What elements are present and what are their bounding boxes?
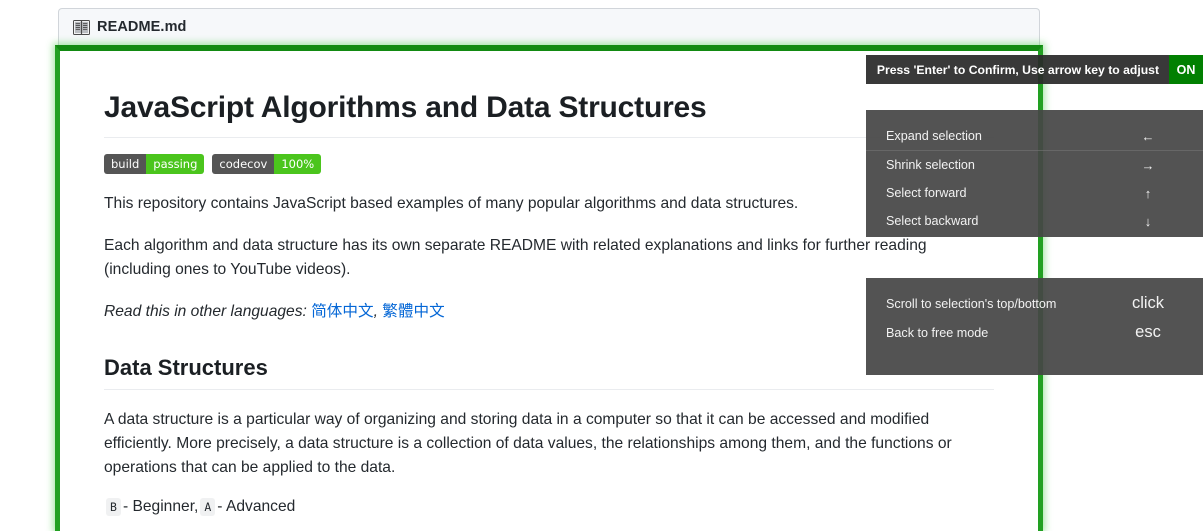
status-badge[interactable]: ON <box>1169 55 1203 84</box>
other-languages-label: Read this in other languages: <box>104 302 307 320</box>
codecov-badge-label: codecov <box>212 153 275 174</box>
data-structures-paragraph: A data structure is a particular way of … <box>104 410 952 476</box>
arrow-up-icon: ↑ <box>1144 185 1152 201</box>
arrow-down-icon: ↓ <box>1144 213 1152 229</box>
shortcut-expand-selection[interactable]: Expand selection ← <box>866 122 1203 151</box>
shortcut-label: Select backward <box>886 214 979 228</box>
shortcut-label: Expand selection <box>886 129 982 143</box>
page-title: JavaScript Algorithms and Data Structure… <box>104 89 994 138</box>
arrow-left-icon: ← <box>1141 128 1155 144</box>
shortcut-shrink-selection[interactable]: Shrink selection → <box>866 151 1203 179</box>
section-heading-data-structures: Data Structures <box>104 355 994 390</box>
shortcut-select-forward[interactable]: Select forward ↑ <box>866 179 1203 207</box>
codecov-badge[interactable]: codecov 100% <box>212 153 322 174</box>
build-badge-value: passing <box>146 153 205 174</box>
shortcut-back-to-free-mode[interactable]: Back to free mode esc <box>866 318 1203 347</box>
codecov-badge-value: 100% <box>274 153 322 174</box>
confirm-hint-message: Press 'Enter' to Confirm, Use arrow key … <box>876 62 1159 77</box>
language-link-simplified-chinese[interactable]: 简体中文 <box>311 303 373 320</box>
shortcut-label: Shrink selection <box>886 158 975 172</box>
shortcut-label: Back to free mode <box>886 325 989 340</box>
advanced-chip: A <box>200 497 216 516</box>
file-tab-label: README.md <box>97 19 187 35</box>
shortcut-label: Scroll to selection's top/bottom <box>886 296 1057 311</box>
intro-paragraph: This repository contains JavaScript base… <box>104 194 799 212</box>
selection-shortcuts-panel: Expand selection ← Shrink selection → Se… <box>866 110 1203 237</box>
beginner-legend-text: - Beginner, <box>122 497 199 515</box>
advanced-legend-text: - Advanced <box>217 497 296 515</box>
open-book-icon <box>73 19 90 35</box>
shortcut-key-esc: esc <box>1135 323 1161 341</box>
shortcut-scroll-to-selection[interactable]: Scroll to selection's top/bottom click <box>866 289 1203 318</box>
other-languages-line: Read this in other languages: 简体中文, 繁體中文 <box>104 300 994 324</box>
build-badge-label: build <box>104 153 147 174</box>
arrow-right-icon: → <box>1141 157 1155 173</box>
mode-shortcuts-panel: Scroll to selection's top/bottom click B… <box>866 278 1203 375</box>
status-badges: build passing codecov 100% <box>104 153 994 174</box>
language-link-traditional-chinese[interactable]: 繁體中文 <box>382 303 444 320</box>
difficulty-legend: B - Beginner, A - Advanced <box>104 497 994 516</box>
file-tab[interactable]: README.md <box>58 8 1040 45</box>
shortcut-label: Select forward <box>886 186 967 200</box>
shortcut-select-backward[interactable]: Select backward ↓ <box>866 207 1203 235</box>
readme-content: JavaScript Algorithms and Data Structure… <box>104 89 994 516</box>
shortcut-key-click: click <box>1131 294 1165 312</box>
build-badge[interactable]: build passing <box>104 153 205 174</box>
beginner-chip: B <box>106 497 121 516</box>
confirm-hint-bar: Press 'Enter' to Confirm, Use arrow key … <box>866 55 1203 84</box>
readme-description-paragraph: Each algorithm and data structure has it… <box>104 236 927 278</box>
